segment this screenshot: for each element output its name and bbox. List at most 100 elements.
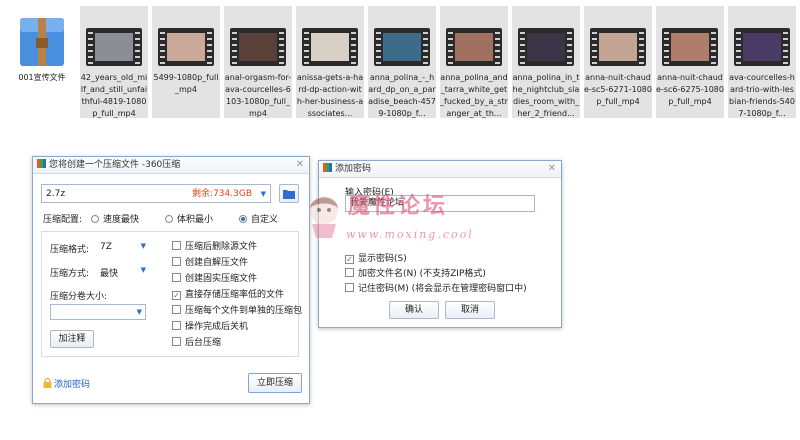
compress-dialog-titlebar[interactable]: 您将创建一个压缩文件 -360压缩 ✕ [33, 157, 309, 174]
filename-value: 2.7z [46, 189, 66, 199]
option-label: 直接存储压缩率低的文件 [185, 290, 285, 300]
chevron-down-icon: ▼ [140, 242, 146, 250]
chevron-down-icon: ▼ [136, 308, 142, 316]
file-item[interactable]: anna_polina_and_tarra_white_get_fucked_b… [440, 6, 508, 118]
file-name: ava-courcelles-hard-trio-with-lesbian-fr… [729, 73, 795, 118]
file-item[interactable]: anna-nuit-chaude-sc5-6271-1080p_full_mp4 [584, 6, 652, 118]
checkbox-icon [172, 305, 181, 314]
option-label: 显示密码(S) [358, 254, 407, 264]
method-select[interactable]: 最快 ▼ [100, 266, 146, 279]
file-item[interactable]: anal-orgasm-for-ava-courcelles-6103-1080… [224, 6, 292, 118]
filename-field[interactable]: 2.7z 剩余:734.3GB ▼ [41, 184, 271, 203]
config-label: 压缩配置: [43, 215, 83, 225]
format-select[interactable]: 7Z ▼ [100, 242, 146, 252]
file-name: anna_polina_and_tarra_white_get_fucked_b… [440, 73, 508, 118]
space-left-label: 剩余:734.3GB [192, 189, 252, 199]
mode-fastest[interactable]: 速度最快 [91, 212, 139, 225]
split-label: 压缩分卷大小: [50, 292, 108, 302]
file-name: anal-orgasm-for-ava-courcelles-6103-1080… [224, 73, 292, 118]
file-grid: 001宣传文件 42_years_old_milf_and_still_unfai… [8, 6, 798, 118]
format-value: 7Z [100, 242, 112, 252]
lock-icon [43, 378, 52, 388]
compress-dialog: 您将创建一个压缩文件 -360压缩 ✕ 2.7z 剩余:734.3GB ▼ 压缩… [32, 156, 310, 404]
archive-icon [20, 18, 64, 66]
option-checkbox[interactable]: 创建自解压文件 [172, 255, 248, 268]
password-dialog-titlebar[interactable]: 添加密码 ✕ [319, 161, 561, 178]
option-checkbox[interactable]: 加密文件名(N) (不支持ZIP格式) [345, 266, 486, 279]
video-thumbnail-icon [302, 28, 358, 66]
file-name: 001宣传文件 [18, 73, 66, 82]
chevron-down-icon: ▼ [140, 266, 146, 274]
browse-folder-button[interactable] [279, 184, 299, 203]
option-checkbox[interactable]: ✓ 直接存储压缩率低的文件 [172, 287, 284, 300]
chevron-down-icon[interactable]: ▼ [261, 185, 266, 203]
method-value: 最快 [100, 269, 119, 279]
split-size-select[interactable]: ▼ [50, 304, 146, 320]
option-checkbox[interactable]: 压缩每个文件到单独的压缩包 [172, 303, 302, 316]
radio-selected-icon [239, 215, 247, 223]
video-thumbnail-icon [734, 28, 790, 66]
compress-now-button[interactable]: 立即压缩 [248, 373, 302, 393]
password-dialog-title: 添加密码 [335, 164, 372, 174]
watermark-url: www.moxing.cool [346, 228, 474, 241]
app-360-icon [323, 163, 332, 172]
file-name: anna_polina_-_hard_dp_on_a_paradise_beac… [368, 73, 436, 118]
file-item[interactable]: 5499-1080p_full_mp4 [152, 6, 220, 118]
option-checkbox[interactable]: 创建固实压缩文件 [172, 271, 257, 284]
checkbox-icon [172, 257, 181, 266]
folder-icon [283, 190, 295, 199]
file-name: anna-nuit-chaude-sc5-6271-1080p_full_mp4 [584, 73, 652, 106]
close-icon[interactable]: ✕ [296, 157, 304, 173]
option-label: 创建固实压缩文件 [185, 274, 258, 284]
app-360-icon [37, 159, 46, 168]
watermark: 魔性论坛 www.moxing.cool [304, 188, 504, 254]
file-item[interactable]: anissa-gets-a-hard-dp-action-with-her-bu… [296, 6, 364, 118]
file-item[interactable]: anna_polina_-_hard_dp_on_a_paradise_beac… [368, 6, 436, 118]
checkbox-checked-icon: ✓ [172, 291, 181, 300]
add-password-link[interactable]: 添加密码 [43, 377, 90, 390]
video-thumbnail-icon [86, 28, 142, 66]
mode-smallest[interactable]: 体积最小 [165, 212, 213, 225]
option-label: 创建自解压文件 [185, 258, 249, 268]
file-item[interactable]: ava-courcelles-hard-trio-with-lesbian-fr… [728, 6, 796, 118]
video-thumbnail-icon [518, 28, 574, 66]
option-label: 压缩每个文件到单独的压缩包 [185, 306, 303, 316]
ok-button[interactable]: 确认 [389, 301, 439, 319]
radio-icon [165, 215, 173, 223]
file-name: 5499-1080p_full_mp4 [153, 73, 219, 94]
video-thumbnail-icon [590, 28, 646, 66]
option-label: 操作完成后关机 [185, 322, 249, 332]
checkbox-icon [172, 337, 181, 346]
option-checkbox[interactable]: 后台压缩 [172, 335, 221, 348]
file-item[interactable]: anna_polina_in_the_nightclub_sladies_roo… [512, 6, 580, 118]
radio-icon [91, 215, 99, 223]
checkbox-icon [172, 321, 181, 330]
video-thumbnail-icon [230, 28, 286, 66]
file-name: anna_polina_in_the_nightclub_sladies_roo… [512, 73, 580, 118]
video-thumbnail-icon [158, 28, 214, 66]
close-icon[interactable]: ✕ [548, 161, 556, 177]
option-checkbox[interactable]: 记住密码(M) (将会显示在管理密码窗口中) [345, 281, 527, 294]
mode-custom[interactable]: 自定义 [239, 212, 278, 225]
file-item[interactable]: 001宣传文件 [8, 6, 76, 118]
cancel-button[interactable]: 取消 [445, 301, 495, 319]
checkbox-icon [345, 268, 354, 277]
file-name: anna-nuit-chaude-sc6-6275-1080p_full_mp4 [656, 73, 724, 106]
file-item[interactable]: 42_years_old_milf_and_still_unfaithful-4… [80, 6, 148, 118]
add-comment-button[interactable]: 加注释 [50, 330, 94, 348]
video-thumbnail-icon [446, 28, 502, 66]
file-item[interactable]: anna-nuit-chaude-sc6-6275-1080p_full_mp4 [656, 6, 724, 118]
checkbox-icon [345, 283, 354, 292]
option-label: 加密文件名(N) (不支持ZIP格式) [358, 269, 486, 279]
compress-dialog-title: 您将创建一个压缩文件 -360压缩 [49, 160, 181, 170]
method-label: 压缩方式: [50, 269, 90, 279]
option-checkbox[interactable]: 操作完成后关机 [172, 319, 248, 332]
option-checkbox[interactable]: 压缩后删除源文件 [172, 239, 257, 252]
add-password-label: 添加密码 [54, 380, 91, 390]
custom-settings-panel: 压缩格式: 7Z ▼ 压缩方式: 最快 ▼ 压缩分卷大小: ▼ 加注释 压缩后删… [41, 231, 302, 357]
checkbox-checked-icon: ✓ [345, 255, 354, 264]
option-label: 压缩后删除源文件 [185, 242, 258, 252]
watermark-title: 魔性论坛 [348, 193, 449, 219]
file-name: 42_years_old_milf_and_still_unfaithful-4… [80, 73, 148, 118]
option-label: 后台压缩 [185, 338, 222, 348]
